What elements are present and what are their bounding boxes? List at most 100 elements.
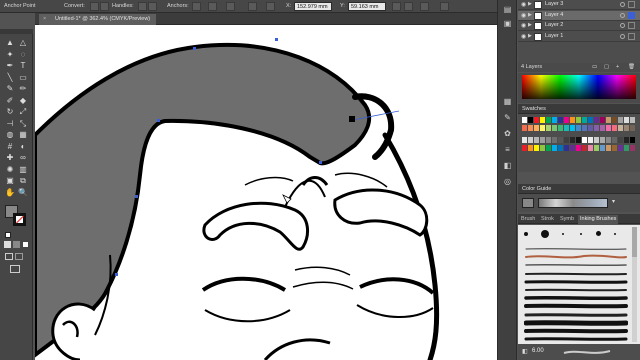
selection-tool-icon[interactable]: ▲ <box>5 38 15 48</box>
selection-square-icon[interactable] <box>628 32 635 40</box>
none-mode-icon[interactable] <box>22 241 29 248</box>
brush-size-value[interactable]: 6.00 <box>532 348 544 354</box>
swatch[interactable] <box>624 117 629 123</box>
swatch[interactable] <box>600 137 605 143</box>
slice-tool-icon[interactable]: ⧉ <box>18 176 28 186</box>
remove-anchor-icon[interactable] <box>192 2 201 11</box>
swatch[interactable] <box>558 117 563 123</box>
brush-stroke-preview[interactable] <box>524 311 628 319</box>
expand-triangle-icon[interactable]: ▶ <box>528 33 532 39</box>
isolate-icon[interactable] <box>248 2 257 11</box>
swatch[interactable] <box>528 117 533 123</box>
align-icon[interactable] <box>266 2 275 11</box>
swatch[interactable] <box>540 117 545 123</box>
swatch[interactable] <box>570 117 575 123</box>
brush-libraries-icon[interactable]: ◧ <box>522 348 528 355</box>
expand-triangle-icon[interactable]: ▶ <box>528 1 532 7</box>
swatch[interactable] <box>606 137 611 143</box>
gradient-tool-icon[interactable]: ◐ <box>18 142 28 152</box>
symbols-panel-icon[interactable]: ✿ <box>502 128 513 139</box>
swatch[interactable] <box>594 125 599 131</box>
mesh-tool-icon[interactable]: # <box>5 142 15 152</box>
x-coordinate-field[interactable]: 152.979 mm <box>294 2 332 11</box>
swatch[interactable] <box>534 145 539 151</box>
swatch[interactable] <box>582 137 587 143</box>
expand-triangle-icon[interactable]: ▶ <box>528 22 532 28</box>
brush-stroke-preview[interactable] <box>524 261 628 269</box>
reference-point-icon[interactable] <box>404 2 413 11</box>
swatches-title[interactable]: Swatches <box>518 104 640 114</box>
hide-handles-icon[interactable] <box>148 2 157 11</box>
column-graph-tool-icon[interactable]: ▥ <box>18 165 28 175</box>
eraser-tool-icon[interactable]: ◆ <box>18 96 28 106</box>
line-segment-tool-icon[interactable]: ╲ <box>5 73 15 83</box>
visibility-eye-icon[interactable]: ◉ <box>521 33 526 40</box>
brush-stroke-preview[interactable] <box>524 294 628 302</box>
swatch[interactable] <box>612 117 617 123</box>
swatch[interactable] <box>552 137 557 143</box>
swatch[interactable] <box>594 117 599 123</box>
swatch[interactable] <box>594 145 599 151</box>
swatch[interactable] <box>576 117 581 123</box>
swatch[interactable] <box>546 117 551 123</box>
swatch[interactable] <box>552 117 557 123</box>
swatch[interactable] <box>570 137 575 143</box>
swatch[interactable] <box>570 145 575 151</box>
swatch[interactable] <box>540 125 545 131</box>
swatch[interactable] <box>606 117 611 123</box>
delete-layer-icon[interactable]: 🗑 <box>628 63 635 72</box>
swatch[interactable] <box>522 125 527 131</box>
harmony-dropdown-icon[interactable]: ▾ <box>612 198 620 208</box>
swatch[interactable] <box>564 117 569 123</box>
symbol-sprayer-tool-icon[interactable]: ✺ <box>5 165 15 175</box>
swatch[interactable] <box>540 137 545 143</box>
color-guide-title[interactable]: Color Guide <box>518 184 640 194</box>
swatch[interactable] <box>558 137 563 143</box>
swatch[interactable] <box>546 137 551 143</box>
convert-corner-icon[interactable] <box>90 2 99 11</box>
convert-smooth-icon[interactable] <box>100 2 109 11</box>
gradient-panel-icon[interactable]: ◧ <box>502 160 513 171</box>
swatch[interactable] <box>534 137 539 143</box>
swatch[interactable] <box>630 145 635 151</box>
color-mode-icon[interactable] <box>4 241 11 248</box>
swatch[interactable] <box>582 117 587 123</box>
swatch[interactable] <box>588 125 593 131</box>
panel-menu-icon[interactable] <box>440 2 449 11</box>
target-circle-icon[interactable] <box>620 23 625 28</box>
brush-dot-tiny[interactable] <box>562 233 564 235</box>
swatch[interactable] <box>606 145 611 151</box>
direct-selection-tool-icon[interactable]: △ <box>18 38 28 48</box>
visibility-eye-icon[interactable]: ◉ <box>521 22 526 29</box>
swatch[interactable] <box>558 125 563 131</box>
swatch[interactable] <box>522 117 527 123</box>
lasso-tool-icon[interactable]: ◌ <box>18 50 28 60</box>
swatch[interactable] <box>576 125 581 131</box>
swatches-panel-icon[interactable]: ▦ <box>502 96 513 107</box>
brush-dot-small[interactable] <box>524 232 528 236</box>
shape-icon[interactable] <box>420 2 429 11</box>
brush-stroke-preview[interactable] <box>524 319 628 327</box>
zoom-tool-icon[interactable]: 🔍 <box>18 188 28 198</box>
layers-panel-icon[interactable]: ▤ <box>502 4 513 15</box>
swatch[interactable] <box>558 145 563 151</box>
selection-square-icon[interactable] <box>628 22 635 29</box>
swatch[interactable] <box>594 137 599 143</box>
swatch[interactable] <box>630 117 635 123</box>
brush-stroke-preview[interactable] <box>524 302 628 310</box>
eyedropper-tool-icon[interactable]: ✚ <box>5 153 15 163</box>
swatch[interactable] <box>618 137 623 143</box>
swatch[interactable] <box>588 117 593 123</box>
show-handles-icon[interactable] <box>138 2 147 11</box>
stroke-swatch[interactable] <box>13 213 26 226</box>
swatch[interactable] <box>534 117 539 123</box>
swatch[interactable] <box>552 145 557 151</box>
pen-tool-icon[interactable]: ✒ <box>5 61 15 71</box>
swatch[interactable] <box>618 145 623 151</box>
swatch[interactable] <box>570 125 575 131</box>
target-circle-icon[interactable] <box>620 33 625 39</box>
toolbar-grip[interactable] <box>0 29 33 34</box>
artboard-tool-icon[interactable]: ▣ <box>5 176 15 186</box>
swatch[interactable] <box>522 145 527 151</box>
swatch[interactable] <box>612 145 617 151</box>
